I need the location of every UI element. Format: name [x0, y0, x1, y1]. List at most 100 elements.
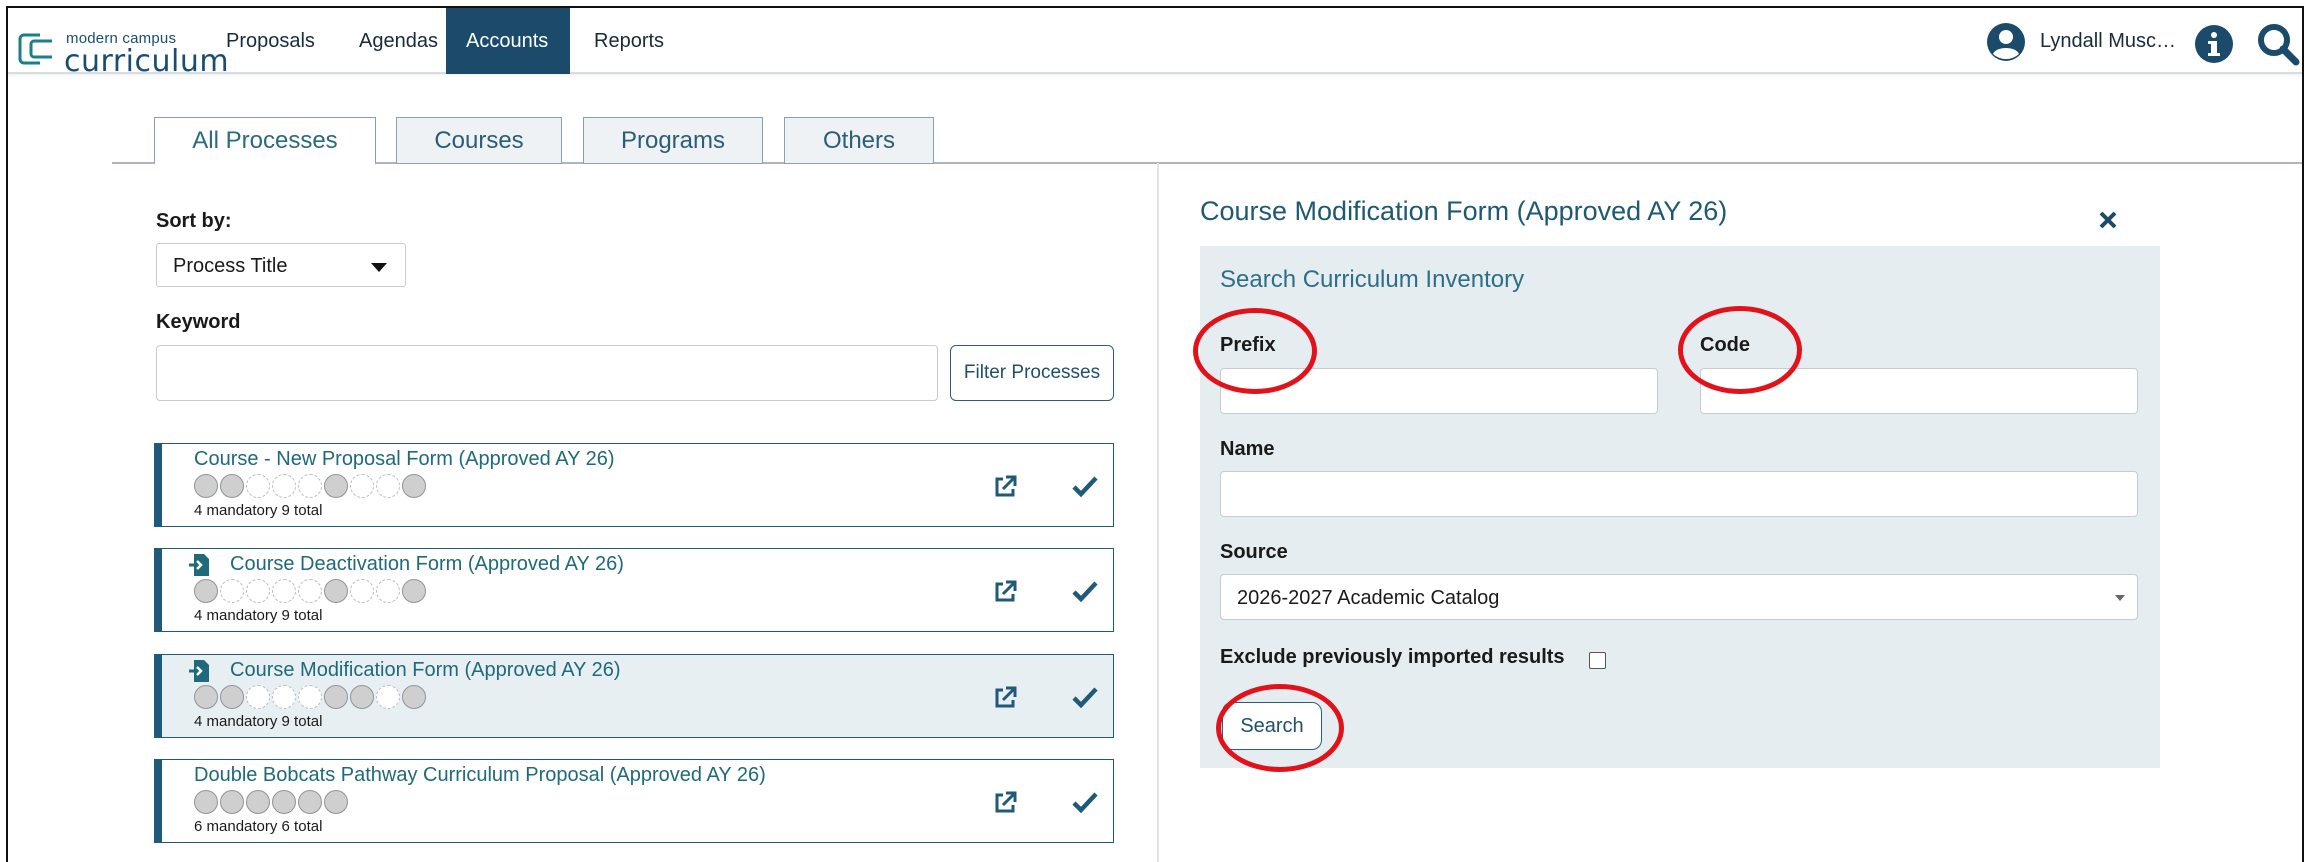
exclude-label: Exclude previously imported results: [1220, 646, 1565, 668]
tab-courses[interactable]: Courses: [396, 117, 562, 164]
step-dot-mandatory: [194, 685, 218, 709]
checkmark-icon[interactable]: [1072, 474, 1098, 498]
step-dot-mandatory: [324, 474, 348, 498]
checkmark-icon[interactable]: [1072, 685, 1098, 709]
step-dot-mandatory: [194, 579, 218, 603]
source-value: 2026-2027 Academic Catalog: [1237, 587, 1500, 609]
prefix-input[interactable]: [1220, 368, 1658, 414]
step-dot-mandatory: [402, 579, 426, 603]
step-dot-optional: [246, 474, 270, 498]
step-dot-mandatory: [246, 790, 270, 814]
process-card[interactable]: Double Bobcats Pathway Curriculum Propos…: [154, 759, 1114, 843]
step-dot-optional: [298, 474, 322, 498]
tab-programs[interactable]: Programs: [583, 117, 763, 164]
step-dot-optional: [220, 579, 244, 603]
process-title[interactable]: Course Modification Form (Approved AY 26…: [230, 659, 621, 682]
process-steps: [194, 579, 428, 603]
step-dot-optional: [272, 474, 296, 498]
step-dot-mandatory: [324, 579, 348, 603]
step-dot-optional: [350, 474, 374, 498]
external-link-icon[interactable]: [992, 474, 1018, 500]
process-title[interactable]: Course Deactivation Form (Approved AY 26…: [230, 553, 624, 576]
name-label: Name: [1220, 438, 1275, 460]
app-logo[interactable]: modern campus curriculum: [18, 20, 229, 79]
search-inventory-panel: Search Curriculum Inventory Prefix Code …: [1200, 246, 2160, 768]
code-label: Code: [1700, 334, 1750, 356]
document-import-icon: [189, 554, 209, 576]
process-count: 6 mandatory 6 total: [194, 818, 323, 835]
process-count: 4 mandatory 9 total: [194, 502, 323, 519]
step-dot-optional: [272, 685, 296, 709]
process-count: 4 mandatory 9 total: [194, 607, 323, 624]
step-dot-optional: [298, 685, 322, 709]
tab-all-processes[interactable]: All Processes: [154, 117, 376, 165]
process-card[interactable]: Course - New Proposal Form (Approved AY …: [154, 443, 1114, 527]
process-steps: [194, 790, 350, 814]
chevron-down-icon: [371, 263, 387, 272]
external-link-icon[interactable]: [992, 790, 1018, 816]
step-dot-mandatory: [298, 790, 322, 814]
user-name[interactable]: Lyndall Musc…: [2040, 30, 2176, 53]
nav-reports[interactable]: Reports: [574, 8, 684, 74]
source-label: Source: [1220, 541, 1288, 563]
step-dot-mandatory: [324, 685, 348, 709]
step-dot-mandatory: [194, 790, 218, 814]
detail-title: Course Modification Form (Approved AY 26…: [1200, 196, 1728, 226]
sort-by-label: Sort by:: [156, 210, 232, 232]
top-navigation-bar: modern campus curriculum Proposals Agend…: [8, 8, 2302, 79]
step-dot-optional: [376, 685, 400, 709]
keyword-input[interactable]: [156, 345, 938, 401]
step-dot-mandatory: [220, 790, 244, 814]
tab-others[interactable]: Others: [784, 117, 934, 164]
step-dot-mandatory: [350, 685, 374, 709]
step-dot-mandatory: [402, 685, 426, 709]
search-inventory-title: Search Curriculum Inventory: [1220, 266, 1525, 293]
process-title[interactable]: Double Bobcats Pathway Curriculum Propos…: [194, 764, 766, 787]
checkmark-icon[interactable]: [1072, 579, 1098, 603]
prefix-label: Prefix: [1220, 334, 1276, 356]
keyword-label: Keyword: [156, 311, 241, 333]
process-count: 4 mandatory 9 total: [194, 713, 323, 730]
step-dot-optional: [376, 579, 400, 603]
close-icon[interactable]: [2098, 210, 2118, 230]
step-dot-optional: [298, 579, 322, 603]
step-dot-optional: [246, 579, 270, 603]
source-select[interactable]: 2026-2027 Academic Catalog: [1220, 574, 2138, 620]
step-dot-optional: [350, 579, 374, 603]
step-dot-mandatory: [220, 685, 244, 709]
step-dot-mandatory: [324, 790, 348, 814]
exclude-checkbox[interactable]: [1589, 652, 1606, 669]
nav-accounts[interactable]: Accounts: [446, 8, 570, 74]
pane-divider: [1157, 163, 1159, 862]
info-icon[interactable]: [2194, 24, 2234, 64]
nav-proposals[interactable]: Proposals: [206, 8, 335, 74]
logo-title: curriculum: [64, 44, 230, 79]
user-avatar-icon[interactable]: [1986, 22, 2026, 62]
step-dot-optional: [376, 474, 400, 498]
step-dot-optional: [272, 579, 296, 603]
chevron-down-icon: [2115, 595, 2125, 601]
code-input[interactable]: [1700, 368, 2138, 414]
curriculum-logo-icon: [18, 33, 52, 65]
process-title[interactable]: Course - New Proposal Form (Approved AY …: [194, 448, 615, 471]
document-import-icon: [189, 660, 209, 682]
nav-agendas[interactable]: Agendas: [339, 8, 458, 74]
step-dot-mandatory: [194, 474, 218, 498]
process-card[interactable]: Course Modification Form (Approved AY 26…: [154, 654, 1114, 738]
sort-by-select[interactable]: Process Title: [156, 243, 406, 287]
external-link-icon[interactable]: [992, 685, 1018, 711]
search-button[interactable]: Search: [1222, 702, 1322, 750]
search-icon[interactable]: [2256, 22, 2300, 66]
process-card[interactable]: Course Deactivation Form (Approved AY 26…: [154, 548, 1114, 632]
filter-processes-button[interactable]: Filter Processes: [950, 345, 1114, 401]
sort-by-value: Process Title: [173, 255, 288, 277]
checkmark-icon[interactable]: [1072, 790, 1098, 814]
step-dot-mandatory: [220, 474, 244, 498]
step-dot-mandatory: [272, 790, 296, 814]
process-steps: [194, 685, 428, 709]
external-link-icon[interactable]: [992, 579, 1018, 605]
name-input[interactable]: [1220, 471, 2138, 517]
process-steps: [194, 474, 428, 498]
step-dot-mandatory: [402, 474, 426, 498]
step-dot-optional: [246, 685, 270, 709]
